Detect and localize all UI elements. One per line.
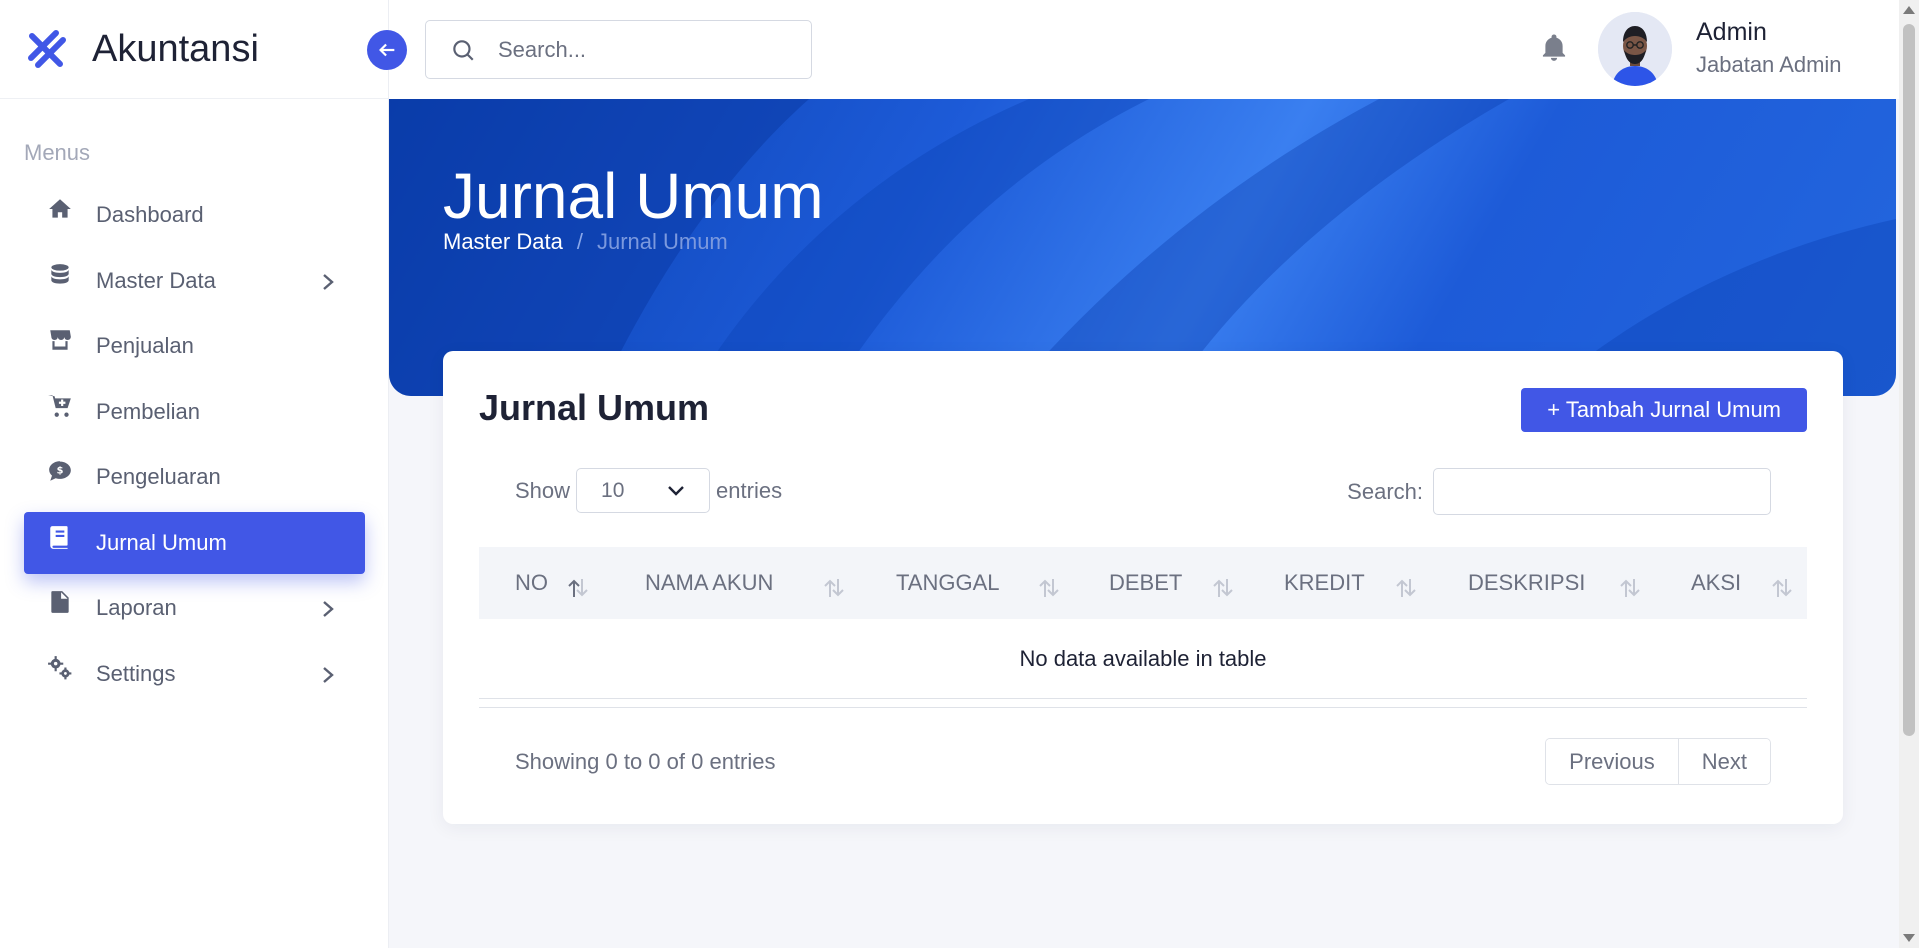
topbar: Admin Jabatan Admin bbox=[367, 0, 1899, 99]
sort-both-icon bbox=[821, 577, 847, 599]
sidebar-nav: Dashboard Master Data Penjualan Pembelia… bbox=[24, 184, 365, 708]
page-title: Jurnal Umum bbox=[443, 160, 824, 232]
money-comment-icon: $ bbox=[46, 457, 74, 485]
sidebar-item-dashboard[interactable]: Dashboard bbox=[24, 184, 365, 246]
sidebar-item-pengeluaran[interactable]: $ Pengeluaran bbox=[24, 446, 365, 508]
store-icon bbox=[46, 326, 74, 354]
sidebar-item-label: Jurnal Umum bbox=[96, 529, 227, 555]
column-header-label: NO bbox=[515, 570, 548, 595]
svg-text:$: $ bbox=[57, 466, 64, 477]
chevron-right-icon bbox=[321, 665, 335, 685]
sidebar: Akuntansi Menus Dashboard Master Data Pe… bbox=[0, 0, 389, 948]
page-scrollbar[interactable] bbox=[1899, 0, 1919, 948]
column-header-label: AKSI bbox=[1691, 570, 1742, 595]
sidebar-item-label: Penjualan bbox=[96, 333, 194, 358]
chevron-down-icon bbox=[668, 485, 684, 496]
user-avatar[interactable] bbox=[1598, 12, 1672, 86]
sidebar-item-settings[interactable]: Settings bbox=[24, 643, 365, 705]
entries-select-value: 10 bbox=[601, 478, 625, 502]
sidebar-item-label: Pengeluaran bbox=[96, 464, 221, 489]
breadcrumb-current: Jurnal Umum bbox=[596, 229, 728, 254]
column-header-deskripsi[interactable]: DESKRIPSI bbox=[1468, 547, 1585, 619]
brand-name: Akuntansi bbox=[92, 27, 259, 70]
table-info: Showing 0 to 0 of 0 entries bbox=[515, 749, 776, 774]
breadcrumb-separator: / bbox=[576, 229, 583, 254]
sort-both-icon bbox=[1393, 577, 1419, 599]
sidebar-item-label: Laporan bbox=[96, 595, 177, 620]
logo-cross-icon bbox=[28, 30, 66, 68]
gears-icon bbox=[46, 654, 74, 682]
scrollbar-thumb[interactable] bbox=[1903, 24, 1915, 736]
table-search-input[interactable] bbox=[1433, 468, 1771, 515]
chevron-right-icon bbox=[321, 599, 335, 619]
add-jurnal-umum-button[interactable]: + Tambah Jurnal Umum bbox=[1521, 388, 1807, 432]
next-page-button[interactable]: Next bbox=[1677, 739, 1770, 784]
table-search-control: Search: bbox=[1347, 468, 1771, 515]
column-header-aksi[interactable]: AKSI bbox=[1691, 547, 1741, 619]
sidebar-item-laporan[interactable]: Laporan bbox=[24, 577, 365, 639]
card-title: Jurnal Umum bbox=[479, 387, 710, 428]
home-icon bbox=[46, 195, 74, 223]
empty-table-message: No data available in table bbox=[479, 619, 1807, 699]
column-header-nama-akun[interactable]: NAMA AKUN bbox=[645, 547, 773, 619]
column-header-label: DEBET bbox=[1109, 570, 1183, 595]
sort-both-icon bbox=[1769, 577, 1795, 599]
sort-ascending-icon bbox=[565, 577, 591, 599]
pagination: Previous Next bbox=[1545, 738, 1771, 785]
column-header-no[interactable]: NO bbox=[515, 547, 548, 619]
sort-both-icon bbox=[1036, 577, 1062, 599]
breadcrumb: Master Data / Jurnal Umum bbox=[443, 229, 728, 255]
search-icon bbox=[453, 39, 474, 61]
user-name: Admin bbox=[1696, 18, 1767, 46]
column-header-label: DESKRIPSI bbox=[1468, 570, 1586, 595]
chevron-right-icon bbox=[321, 272, 335, 292]
brand[interactable]: Akuntansi bbox=[0, 0, 388, 99]
arrow-left-icon bbox=[379, 43, 395, 57]
column-header-tanggal[interactable]: TANGGAL bbox=[896, 547, 1000, 619]
sidebar-item-master-data[interactable]: Master Data bbox=[24, 250, 365, 312]
breadcrumb-parent-link[interactable]: Master Data bbox=[443, 229, 563, 255]
notification-bell-icon[interactable] bbox=[1539, 32, 1571, 66]
sidebar-item-label: Master Data bbox=[96, 267, 216, 293]
sidebar-item-penjualan[interactable]: Penjualan bbox=[24, 315, 365, 377]
sort-both-icon bbox=[1210, 577, 1236, 599]
book-icon bbox=[46, 523, 74, 551]
entries-select[interactable]: 10 bbox=[576, 468, 711, 513]
column-header-label: TANGGAL bbox=[896, 570, 1000, 595]
menus-section-label: Menus bbox=[24, 140, 91, 165]
sidebar-item-jurnal-umum[interactable]: Jurnal Umum bbox=[24, 511, 365, 574]
user-role: Jabatan Admin bbox=[1696, 52, 1842, 77]
cart-plus-icon bbox=[46, 392, 74, 420]
sidebar-item-label: Pembelian bbox=[96, 398, 200, 424]
table-footer-divider bbox=[479, 699, 1807, 708]
sidebar-item-label: Dashboard bbox=[96, 202, 204, 227]
scroll-up-arrow-icon[interactable] bbox=[1903, 6, 1915, 14]
sidebar-item-label: Settings bbox=[96, 660, 176, 686]
column-header-kredit[interactable]: KREDIT bbox=[1284, 547, 1365, 619]
file-icon bbox=[46, 588, 74, 616]
collapse-sidebar-button[interactable] bbox=[367, 30, 407, 70]
database-icon bbox=[46, 261, 74, 289]
global-search-input[interactable] bbox=[498, 36, 798, 63]
sort-both-icon bbox=[1617, 577, 1643, 599]
previous-page-button[interactable]: Previous bbox=[1546, 739, 1678, 784]
scroll-down-arrow-icon[interactable] bbox=[1903, 934, 1915, 942]
show-label: Show bbox=[515, 477, 571, 503]
table-search-label: Search: bbox=[1347, 478, 1423, 504]
jurnal-umum-card: Jurnal Umum + Tambah Jurnal Umum Show 10… bbox=[443, 351, 1843, 824]
entries-label: entries bbox=[716, 477, 783, 503]
column-header-debet[interactable]: DEBET bbox=[1109, 547, 1182, 619]
table-header: NO NAMA AKUN TANGGAL DEBET KREDIT DESKRI… bbox=[479, 547, 1807, 619]
global-search[interactable] bbox=[425, 20, 812, 79]
jurnal-table: NO NAMA AKUN TANGGAL DEBET KREDIT DESKRI… bbox=[479, 547, 1807, 708]
column-header-label: NAMA AKUN bbox=[645, 570, 774, 595]
column-header-label: KREDIT bbox=[1284, 570, 1365, 595]
entries-length-control: Show 10 entries bbox=[515, 468, 782, 513]
sidebar-item-pembelian[interactable]: Pembelian bbox=[24, 381, 365, 443]
